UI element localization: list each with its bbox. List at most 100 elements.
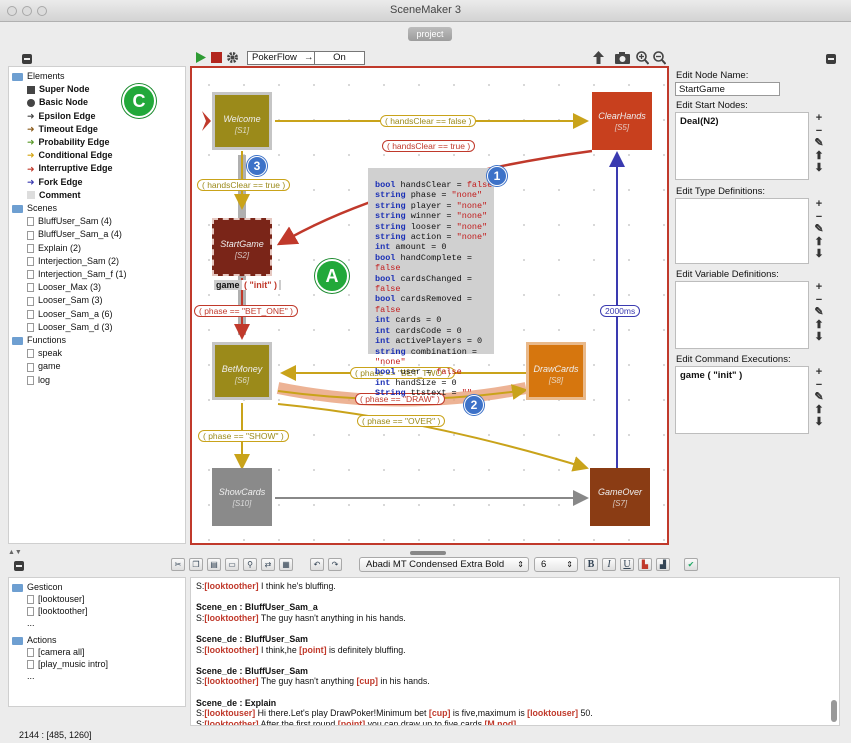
- node-showcards[interactable]: ShowCards [S10]: [212, 468, 272, 526]
- node-name-input[interactable]: StartGame: [675, 82, 780, 96]
- script-line: Scene_en : BluffUser_Sam_a: [196, 602, 318, 613]
- script-text: is definitely bluffing.: [326, 644, 406, 655]
- split-pane-divider[interactable]: ▲▼: [0, 549, 851, 557]
- tree-item[interactable]: game: [27, 360, 61, 373]
- tree-section-label: Scenes: [27, 203, 58, 213]
- tree-item[interactable]: ➜ Interruptive Edge: [27, 162, 113, 175]
- stop-icon[interactable]: [211, 52, 222, 63]
- tree-section[interactable]: Elements: [12, 70, 65, 83]
- tree-item[interactable]: Explain (2): [27, 242, 81, 255]
- tree-item[interactable]: ➜ Fork Edge: [27, 176, 83, 189]
- font-select[interactable]: Abadi MT Condensed Extra Bold ⇕: [359, 557, 529, 572]
- italic-button[interactable]: I: [602, 558, 616, 571]
- variable-type: int: [375, 315, 391, 326]
- edge-label-handsclear-true-down[interactable]: ( handsClear == true ): [197, 179, 291, 191]
- redo-icon[interactable]: ↷: [328, 558, 342, 571]
- tab-project[interactable]: project: [408, 27, 452, 41]
- variable-declarations[interactable]: bool handsClear = false string phase = "n…: [368, 168, 494, 398]
- tree-item-label: Fork Edge: [38, 176, 83, 187]
- gesture-tag: [looktoother]: [204, 644, 259, 655]
- tree-item[interactable]: ➜ Conditional Edge: [27, 149, 113, 162]
- node-welcome[interactable]: Welcome [S1]: [212, 92, 272, 150]
- upload-icon[interactable]: [593, 51, 604, 64]
- tree-section[interactable]: Scenes: [12, 202, 57, 215]
- script-line: [196, 687, 839, 698]
- document-icon[interactable]: ▭: [225, 558, 239, 571]
- tree-item[interactable]: ...: [27, 617, 35, 630]
- cmd-exec-label: Edit Command Executions:: [676, 354, 791, 365]
- element-icon: ➜: [27, 163, 35, 174]
- undo-icon[interactable]: ↶: [310, 558, 324, 571]
- tree-item[interactable]: [play_music intro]: [27, 658, 108, 671]
- spellcheck-icon[interactable]: ✔: [684, 558, 698, 571]
- edge-label-over[interactable]: ( phase == "OVER" ): [357, 415, 446, 427]
- tree-item[interactable]: ...: [27, 670, 35, 683]
- tree-item[interactable]: Interjection_Sam_f (1): [27, 268, 127, 281]
- flow-toolbar: PokerFlow → On: [195, 50, 670, 66]
- collapse-right-panel-button[interactable]: [826, 54, 836, 64]
- node-clearhands[interactable]: ClearHands [S5]: [592, 92, 652, 150]
- element-icon: ➜: [27, 110, 35, 121]
- tree-item[interactable]: Super Node: [27, 83, 90, 96]
- tree-item[interactable]: speak: [27, 347, 62, 360]
- zoom-out-icon[interactable]: [653, 51, 666, 65]
- play-icon[interactable]: [195, 51, 207, 64]
- variable-name: looser =: [405, 221, 457, 232]
- splitter-arrows-icon[interactable]: ▲▼: [8, 549, 22, 556]
- collapse-bottom-panel-button[interactable]: [14, 561, 24, 571]
- find-icon[interactable]: ⚲: [243, 558, 257, 571]
- cmd-exec-tools[interactable]: + − ✎ ⬆ ⬇: [812, 366, 826, 429]
- variable-line: string looser = "none": [375, 222, 494, 232]
- tree-item[interactable]: Looser_Sam_a (6): [27, 308, 113, 321]
- camera-icon[interactable]: [615, 52, 630, 64]
- bold-button[interactable]: B: [584, 558, 598, 571]
- start-nodes-list[interactable]: Deal(N2): [675, 112, 809, 180]
- splitter-handle[interactable]: [410, 551, 446, 555]
- edge-label-bet-one[interactable]: ( phase == "BET_ONE" ): [194, 305, 298, 317]
- collapse-left-panel-button[interactable]: [22, 54, 32, 64]
- replace-icon[interactable]: ⇄: [261, 558, 275, 571]
- tree-item[interactable]: Comment: [27, 189, 81, 202]
- document-icon: [27, 309, 34, 319]
- edge-label-handsclear-false[interactable]: ( handsClear == false ): [380, 115, 477, 127]
- tree-item[interactable]: BluffUser_Sam (4): [27, 215, 112, 228]
- tree-item[interactable]: Basic Node: [27, 96, 88, 109]
- tree-item[interactable]: ➜ Timeout Edge: [27, 123, 98, 136]
- type-defs-tools[interactable]: + − ✎ ⬆ ⬇: [812, 198, 826, 261]
- edge-label-handsclear-true[interactable]: ( handsClear == true ): [382, 140, 476, 152]
- edge-label-show[interactable]: ( phase == "SHOW" ): [198, 430, 289, 442]
- tree-item[interactable]: Looser_Sam (3): [27, 294, 103, 307]
- node-betmoney[interactable]: BetMoney [S6]: [212, 342, 272, 400]
- var-defs-tools[interactable]: + − ✎ ⬆ ⬇: [812, 281, 826, 344]
- start-nodes-tools[interactable]: + − ✎ ⬆ ⬇: [812, 112, 826, 175]
- tree-item[interactable]: ➜ Probability Edge: [27, 136, 110, 149]
- var-defs-list[interactable]: [675, 281, 809, 349]
- edge-label-timeout[interactable]: 2000ms: [600, 305, 641, 317]
- cut-icon[interactable]: ✂: [171, 558, 185, 571]
- highlight-icon[interactable]: ▟: [656, 558, 670, 571]
- tree-item[interactable]: ➜ Epsilon Edge: [27, 110, 96, 123]
- script-scrollbar[interactable]: [831, 700, 837, 722]
- text-color-icon[interactable]: ▙: [638, 558, 652, 571]
- zoom-in-icon[interactable]: [636, 51, 649, 65]
- tree-item[interactable]: log: [27, 374, 50, 387]
- node-startgame[interactable]: StartGame [S2]: [212, 218, 272, 276]
- gear-icon[interactable]: [226, 51, 239, 64]
- underline-button[interactable]: U: [620, 558, 634, 571]
- node-drawcards[interactable]: DrawCards [S8]: [526, 342, 586, 400]
- tree-item[interactable]: Interjection_Sam (2): [27, 255, 119, 268]
- font-size-select[interactable]: 6 ⇕: [534, 557, 578, 572]
- tree-item[interactable]: [looktoother]: [27, 605, 88, 618]
- tree-item[interactable]: Looser_Max (3): [27, 281, 101, 294]
- node-gameover[interactable]: GameOver [S7]: [590, 468, 650, 526]
- tree-item[interactable]: BluffUser_Sam_a (4): [27, 228, 122, 241]
- tree-section[interactable]: Functions: [12, 334, 66, 347]
- image-icon[interactable]: ▦: [279, 558, 293, 571]
- tree-item[interactable]: Looser_Sam_d (3): [27, 321, 113, 334]
- copy-icon[interactable]: ❐: [189, 558, 203, 571]
- script-editor[interactable]: S:[looktoother] I think he's bluffing. Sc…: [190, 577, 840, 726]
- cmd-exec-list[interactable]: game ( "init" ): [675, 366, 809, 434]
- paste-icon[interactable]: ▤: [207, 558, 221, 571]
- element-icon: ➜: [27, 137, 35, 148]
- type-defs-list[interactable]: [675, 198, 809, 264]
